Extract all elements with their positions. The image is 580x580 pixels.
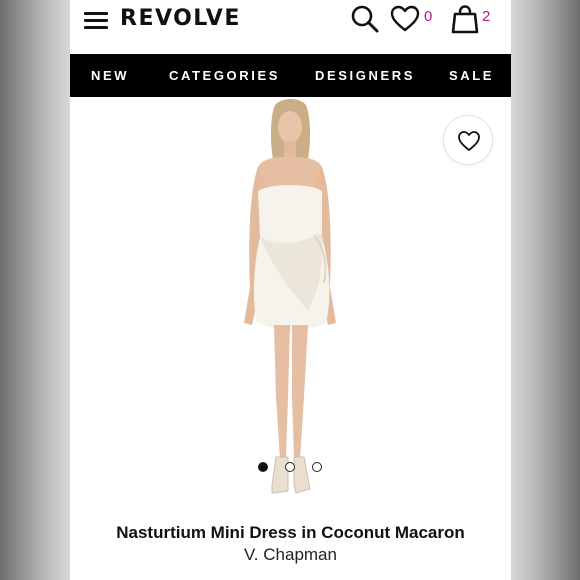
header: REVOLVE 0 2	[70, 0, 511, 54]
product-title: Nasturtium Mini Dress in Coconut Macaron	[116, 523, 465, 542]
mobile-screen: REVOLVE 0 2 NEW CATEGORIES DESIGNERS SAL…	[70, 0, 511, 580]
nav-item-designers[interactable]: DESIGNERS	[315, 68, 415, 83]
wishlist-count: 0	[424, 8, 433, 25]
carousel-dot-3[interactable]	[312, 462, 322, 472]
background-right-blur	[510, 0, 580, 580]
nav-item-sale[interactable]: SALE	[449, 68, 494, 83]
add-to-wishlist-button[interactable]	[443, 115, 493, 165]
product-brand-link[interactable]: V. Chapman	[70, 545, 511, 565]
bag-count: 2	[482, 8, 491, 25]
menu-icon[interactable]	[84, 12, 108, 30]
carousel-dot-1[interactable]	[258, 462, 268, 472]
shopping-bag-icon[interactable]	[450, 4, 480, 34]
main-nav: NEW CATEGORIES DESIGNERS SALE	[70, 54, 511, 97]
favorite-heart-icon	[458, 131, 480, 151]
background-left-blur	[0, 0, 70, 580]
search-icon[interactable]	[350, 4, 380, 34]
product-photo[interactable]	[200, 97, 380, 517]
nav-item-new[interactable]: NEW	[91, 68, 129, 83]
heart-icon[interactable]	[390, 5, 420, 33]
logo[interactable]: REVOLVE	[120, 6, 241, 31]
carousel-dot-2[interactable]	[285, 462, 295, 472]
carousel-dots	[258, 462, 328, 474]
nav-item-categories[interactable]: CATEGORIES	[169, 68, 280, 83]
product-gallery	[70, 97, 511, 517]
